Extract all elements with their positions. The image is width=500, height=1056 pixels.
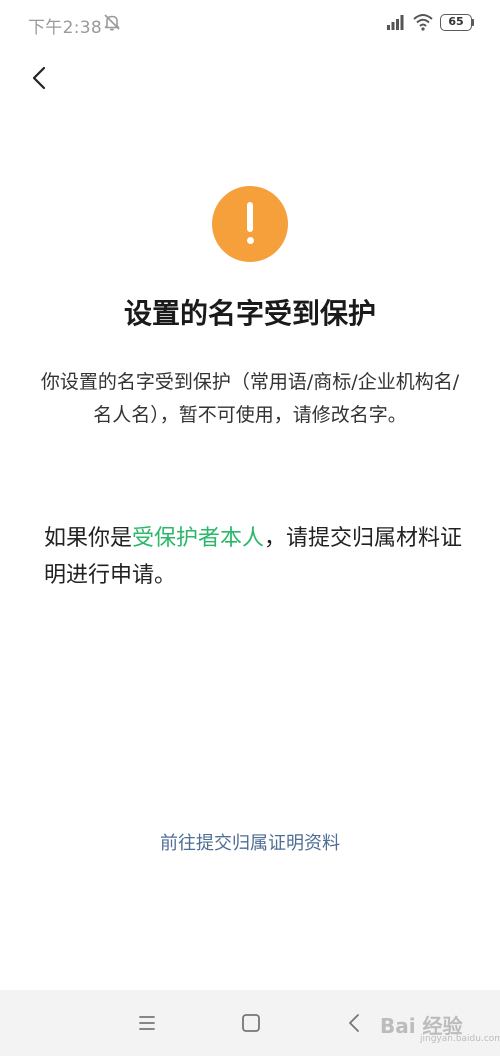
submit-proof-link[interactable]: 前往提交归属证明资料 (0, 829, 500, 855)
battery-level: 65 (448, 15, 464, 28)
page-title: 设置的名字受到保护 (123, 297, 376, 330)
warning-exclamation-icon (212, 186, 288, 262)
apply-highlight: 受保护者本人 (132, 526, 265, 551)
wifi-icon (413, 14, 433, 31)
screen: 下午2:38 65 设置的名字受到保护 你设置的名字受到保护（常用语/商标/企业… (0, 0, 500, 1056)
status-bar: 下午2:38 65 (0, 0, 500, 46)
baidu-jingyan-watermark: Bai 经验 jingyan.baidu.com (380, 1000, 500, 1048)
signal-icon (387, 15, 404, 30)
battery-tip (472, 19, 474, 26)
battery-icon: 65 (440, 14, 472, 31)
apply-prefix: 如果你是 (44, 526, 133, 551)
home-square-icon[interactable] (240, 1012, 262, 1034)
description-text: 你设置的名字受到保护（常用语/商标/企业机构名/名人名），暂不可使用，请修改名字… (40, 371, 460, 426)
watermark-sub: jingyan.baidu.com (420, 1034, 500, 1044)
status-time: 下午2:38 (28, 18, 102, 38)
apply-instruction: 如果你是受保护者本人，请提交归属材料证明进行申请。 (44, 520, 464, 594)
exclamation-bar (247, 202, 253, 232)
menu-icon[interactable] (136, 1012, 158, 1034)
exclamation-dot (246, 237, 254, 244)
back-chevron-icon[interactable] (344, 1011, 366, 1035)
bell-off-icon (104, 14, 120, 31)
chevron-left-icon[interactable] (26, 62, 56, 94)
